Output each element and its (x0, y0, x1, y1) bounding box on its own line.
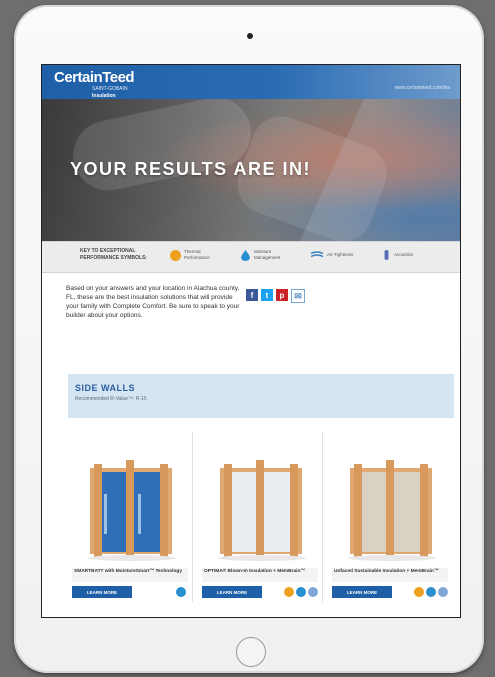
acoustics-icon (384, 250, 389, 260)
key-label: Thermal Performance (184, 249, 210, 260)
learn-more-button[interactable]: LEARN MORE (202, 586, 262, 598)
wall-batt-blue-image (88, 460, 176, 561)
web-page: CertainTeed SAINT-GOBAIN Insulation www.… (41, 64, 461, 618)
product-name: OPTIMA® Blown-In Insulation + MemBrain™ (202, 568, 318, 582)
key-item-moisture: Moisture Management (240, 249, 292, 261)
header-link[interactable]: www.certainteed.com/ins (395, 85, 450, 91)
section-subtitle: Recommended R-Value™: R-15 (75, 396, 147, 402)
moisture-icon (176, 587, 186, 597)
facebook-share-icon[interactable]: f (246, 289, 258, 301)
moisture-icon (426, 587, 436, 597)
product-card: SMARTBATT with MoistureSmart™ Technology… (68, 432, 193, 602)
air-icon (310, 251, 324, 258)
camera-dot (247, 33, 253, 39)
hero-image-texture (66, 99, 258, 197)
twitter-share-icon[interactable]: t (261, 289, 273, 301)
product-card: OPTIMA® Blown-In Insulation + MemBrain™ … (198, 432, 323, 602)
key-item-air: Air-Tightness (310, 249, 365, 260)
logo-brand: CertainTeed (54, 69, 135, 86)
air-icon (438, 587, 448, 597)
moisture-icon (241, 249, 250, 261)
wall-blown-in-image (218, 460, 306, 561)
key-title: KEY TO EXCEPTIONAL PERFORMANCE SYMBOLS: (80, 248, 147, 261)
air-icon (308, 587, 318, 597)
wall-unfaced-image (348, 460, 436, 561)
product-name: Unfaced Sustainable Insulation + MemBrai… (332, 568, 448, 582)
site-header: CertainTeed SAINT-GOBAIN Insulation www.… (42, 65, 460, 99)
learn-more-button[interactable]: LEARN MORE (332, 586, 392, 598)
thermal-icon (284, 587, 294, 597)
hero-banner: YOUR RESULTS ARE IN! (42, 99, 460, 241)
logo-sub: SAINT-GOBAIN (92, 86, 128, 92)
pinterest-share-icon[interactable]: p (276, 289, 288, 301)
thermal-icon (170, 249, 181, 261)
section-title: SIDE WALLS (75, 383, 136, 393)
share-buttons: f t p ✉ (246, 289, 305, 303)
product-card: Unfaced Sustainable Insulation + MemBrai… (328, 432, 452, 602)
learn-more-button[interactable]: LEARN MORE (72, 586, 132, 598)
key-item-thermal: Thermal Performance (170, 249, 222, 261)
key-item-acoustics: Acoustics (382, 249, 432, 261)
key-label: Air-Tightness (327, 251, 354, 257)
section-banner-side-walls: SIDE WALLS Recommended R-Value™: R-15 (68, 374, 454, 418)
certainteed-logo[interactable]: CertainTeed SAINT-GOBAIN Insulation (54, 69, 135, 99)
home-button[interactable] (236, 637, 266, 667)
key-label: Acoustics (394, 252, 414, 257)
hero-title: YOUR RESULTS ARE IN! (70, 159, 312, 179)
thermal-icon (414, 587, 424, 597)
tablet-frame: CertainTeed SAINT-GOBAIN Insulation www.… (14, 5, 484, 673)
moisture-icon (296, 587, 306, 597)
results-intro-text: Based on your answers and your location … (66, 285, 240, 319)
key-label: Moisture Management (254, 249, 281, 260)
performance-key-bar: KEY TO EXCEPTIONAL PERFORMANCE SYMBOLS: … (42, 241, 460, 273)
product-name: SMARTBATT with MoistureSmart™ Technology (72, 568, 188, 582)
email-share-icon[interactable]: ✉ (291, 289, 305, 303)
product-list: SMARTBATT with MoistureSmart™ Technology… (68, 432, 454, 608)
